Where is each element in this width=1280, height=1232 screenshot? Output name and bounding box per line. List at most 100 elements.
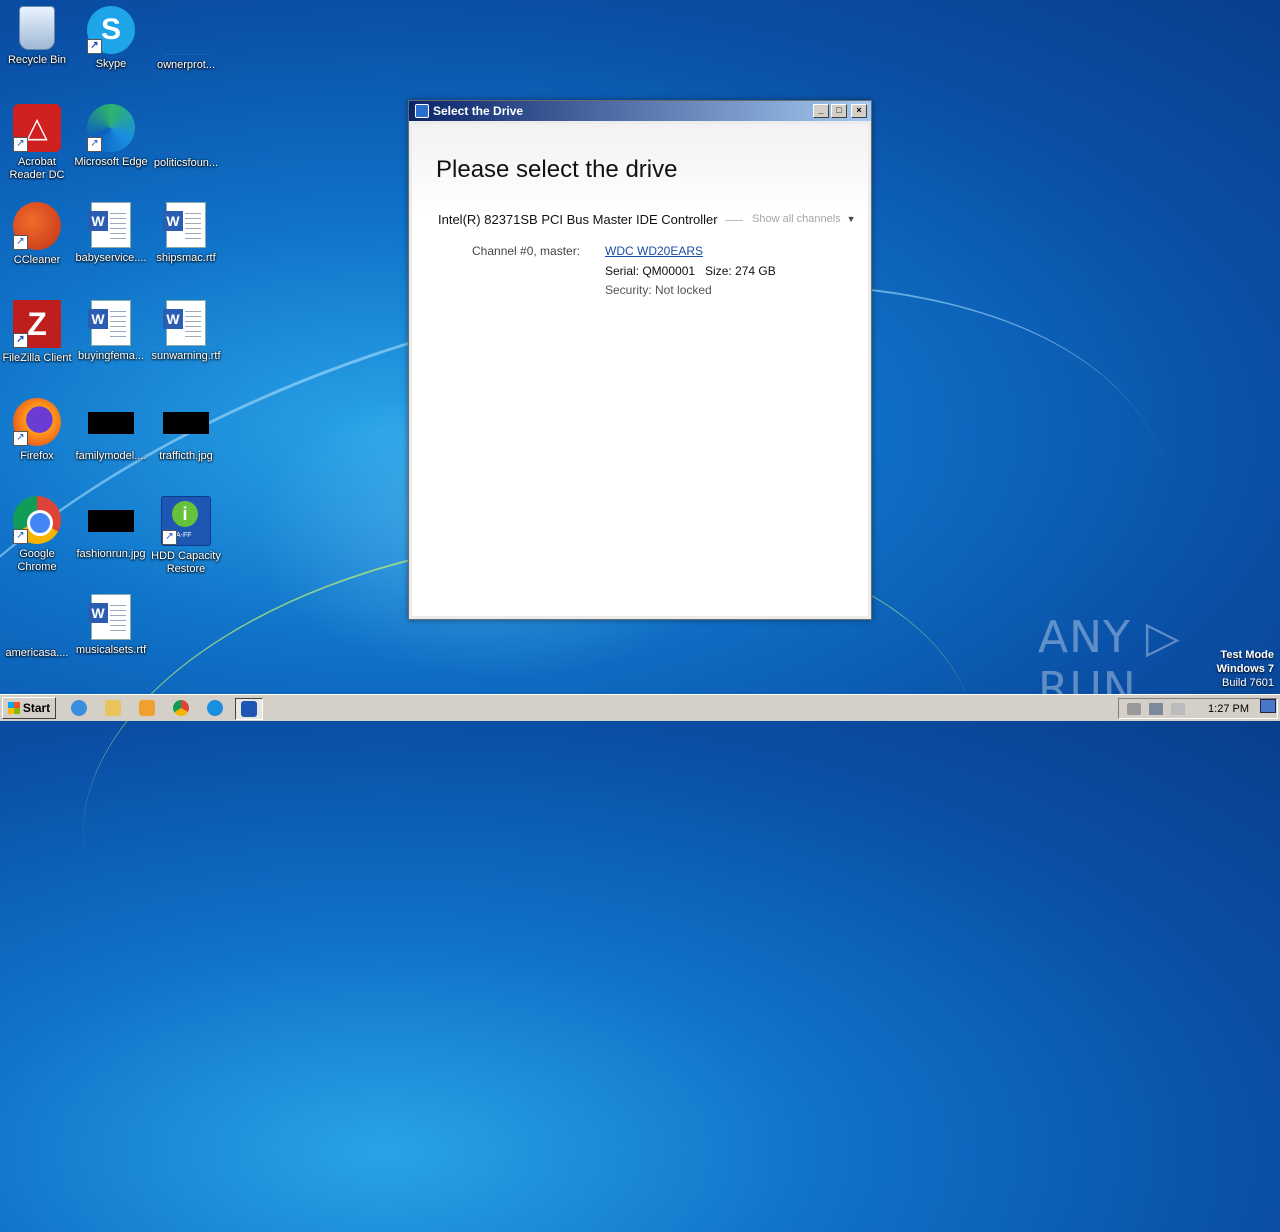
select-drive-window: Select the Drive _ □ × Please select the… bbox=[408, 100, 872, 620]
desktop-icon-babyservice[interactable]: W babyservice.... bbox=[74, 202, 148, 265]
taskbar-media-player[interactable] bbox=[134, 698, 160, 718]
skype-icon: S ↗ bbox=[87, 6, 135, 54]
desktop-icon-politicsfoun[interactable]: politicsfoun... bbox=[149, 104, 223, 170]
desktop-icon-label: FileZilla Client bbox=[2, 352, 72, 364]
desktop-icon-label: Skype bbox=[95, 58, 127, 70]
taskbar-chrome[interactable] bbox=[168, 698, 194, 718]
start-button[interactable]: Start bbox=[2, 697, 56, 719]
desktop-icon-shipsmac[interactable]: W shipsmac.rtf bbox=[149, 202, 223, 265]
shortcut-arrow-icon: ↗ bbox=[162, 530, 177, 545]
media-player-icon bbox=[139, 700, 155, 716]
chevron-down-icon: ▼ bbox=[846, 214, 856, 224]
app-icon bbox=[415, 104, 429, 118]
build-text: Build 7601 bbox=[1222, 677, 1274, 689]
show-all-channels-label: Show all channels bbox=[752, 213, 841, 225]
desktop-icon-label: politicsfoun... bbox=[153, 157, 219, 169]
drive-serial-size: Serial: QM00001 Size: 274 GB bbox=[605, 264, 776, 278]
maximize-button[interactable]: □ bbox=[831, 104, 847, 118]
recycle-bin-icon bbox=[19, 6, 55, 50]
network-icon[interactable] bbox=[1149, 702, 1163, 715]
desktop-icon-buyingfema[interactable]: W buyingfema... bbox=[74, 300, 148, 363]
test-mode-text: Test Mode bbox=[1220, 649, 1274, 661]
volume-icon[interactable] bbox=[1127, 702, 1141, 715]
desktop-icon-label: sunwarning.rtf bbox=[151, 350, 221, 362]
start-label: Start bbox=[22, 701, 51, 715]
desktop-icon-fashionrun[interactable]: fashionrun.jpg bbox=[74, 496, 148, 561]
desktop-icon-label: buyingfema... bbox=[77, 350, 145, 362]
desktop-icon-label: HDD Capacity Restore bbox=[151, 550, 221, 575]
desktop-icon-trafficth[interactable]: trafficth.jpg bbox=[149, 398, 223, 463]
internet-explorer-icon bbox=[71, 700, 87, 716]
file-icon bbox=[163, 104, 209, 153]
shortcut-arrow-icon: ↗ bbox=[13, 137, 28, 152]
separator-line bbox=[725, 220, 743, 221]
desktop-icon-edge[interactable]: ↗ Microsoft Edge bbox=[74, 104, 148, 169]
desktop-icon-sunwarning[interactable]: W sunwarning.rtf bbox=[149, 300, 223, 363]
desktop-icon-label: Acrobat Reader DC bbox=[9, 156, 65, 181]
image-file-icon bbox=[88, 412, 134, 434]
action-center-flag-icon[interactable] bbox=[1171, 702, 1185, 715]
edge-icon bbox=[207, 700, 223, 716]
desktop-icon-label: Recycle Bin bbox=[7, 54, 67, 66]
firefox-icon: ↗ bbox=[13, 398, 61, 446]
desktop-icon-label: Microsoft Edge bbox=[74, 156, 148, 168]
desktop-icon-label: CCleaner bbox=[13, 254, 61, 266]
word-document-icon: W bbox=[163, 202, 206, 248]
windows-logo-icon bbox=[7, 702, 20, 714]
shortcut-arrow-icon: ↗ bbox=[13, 235, 28, 250]
taskbar-internet-explorer[interactable] bbox=[66, 698, 92, 718]
word-document-icon: W bbox=[88, 202, 131, 248]
desktop-icon-familymodel[interactable]: familymodel.... bbox=[74, 398, 148, 463]
close-button[interactable]: × bbox=[851, 104, 867, 118]
desktop-icon-americasa[interactable]: americasa.... bbox=[0, 594, 74, 660]
desktop-icon-ownerprot[interactable]: ownerprot... bbox=[149, 6, 223, 72]
desktop-icon-acrobat[interactable]: △ ↗ Acrobat Reader DC bbox=[0, 104, 74, 182]
filezilla-icon: Z ↗ bbox=[13, 300, 61, 348]
shortcut-arrow-icon: ↗ bbox=[13, 431, 28, 446]
desktop-icon-label: ownerprot... bbox=[156, 59, 216, 71]
taskbar-edge[interactable] bbox=[202, 698, 228, 718]
controller-name: Intel(R) 82371SB PCI Bus Master IDE Cont… bbox=[438, 212, 718, 227]
desktop-icon-chrome[interactable]: ↗ Google Chrome bbox=[0, 496, 74, 574]
image-file-icon bbox=[163, 412, 209, 434]
word-document-icon: W bbox=[88, 300, 131, 346]
window-titlebar[interactable]: Select the Drive _ □ × bbox=[409, 101, 871, 121]
desktop-icon-recycle-bin[interactable]: Recycle Bin bbox=[0, 6, 74, 67]
page-title: Please select the drive bbox=[436, 156, 678, 183]
os-name-text: Windows 7 bbox=[1216, 663, 1274, 675]
desktop-icon-label: shipsmac.rtf bbox=[156, 252, 216, 264]
taskbar-file-explorer[interactable] bbox=[100, 698, 126, 718]
hdd-capacity-restore-icon: i A-FF ↗ bbox=[161, 496, 211, 546]
test-mode-label: Test Mode Windows 7 Build 7601 bbox=[1217, 648, 1274, 690]
window-title: Select the Drive bbox=[433, 104, 524, 118]
desktop-icon-label: fashionrun.jpg bbox=[76, 548, 146, 560]
system-tray: 1:27 PM bbox=[1118, 698, 1278, 719]
ccleaner-icon: ↗ bbox=[13, 202, 61, 250]
drive-security-status: Security: Not locked bbox=[605, 283, 712, 297]
drive-link[interactable]: WDC WD20EARS bbox=[605, 244, 703, 258]
desktop-icon-musicalsets[interactable]: W musicalsets.rtf bbox=[74, 594, 148, 657]
shortcut-arrow-icon: ↗ bbox=[87, 39, 102, 54]
desktop-icon-hdd-capacity-restore[interactable]: i A-FF ↗ HDD Capacity Restore bbox=[149, 496, 223, 576]
minimize-button[interactable]: _ bbox=[813, 104, 829, 118]
hdd-capacity-restore-icon bbox=[241, 701, 257, 717]
edge-icon: ↗ bbox=[87, 104, 135, 152]
desktop-icon-filezilla[interactable]: Z ↗ FileZilla Client bbox=[0, 300, 74, 365]
word-document-icon: W bbox=[88, 594, 131, 640]
shortcut-arrow-icon: ↗ bbox=[13, 333, 28, 348]
show-all-channels-dropdown[interactable]: Show all channels ▼ bbox=[752, 213, 856, 225]
show-desktop-button[interactable] bbox=[1260, 699, 1276, 713]
desktop-icon-label: musicalsets.rtf bbox=[75, 644, 147, 656]
taskbar-hdd-capacity-restore[interactable] bbox=[235, 698, 263, 720]
desktop-icon-label: familymodel.... bbox=[75, 450, 147, 462]
shortcut-arrow-icon: ↗ bbox=[87, 137, 102, 152]
clock[interactable]: 1:27 PM bbox=[1208, 703, 1249, 715]
file-explorer-icon bbox=[105, 700, 121, 716]
desktop-icon-skype[interactable]: S ↗ Skype bbox=[74, 6, 148, 71]
desktop-icon-firefox[interactable]: ↗ Firefox bbox=[0, 398, 74, 463]
chrome-icon bbox=[173, 700, 189, 716]
desktop-icon-ccleaner[interactable]: ↗ CCleaner bbox=[0, 202, 74, 267]
acrobat-icon: △ ↗ bbox=[13, 104, 61, 152]
chrome-icon: ↗ bbox=[13, 496, 61, 544]
desktop-icon-label: trafficth.jpg bbox=[159, 450, 213, 462]
